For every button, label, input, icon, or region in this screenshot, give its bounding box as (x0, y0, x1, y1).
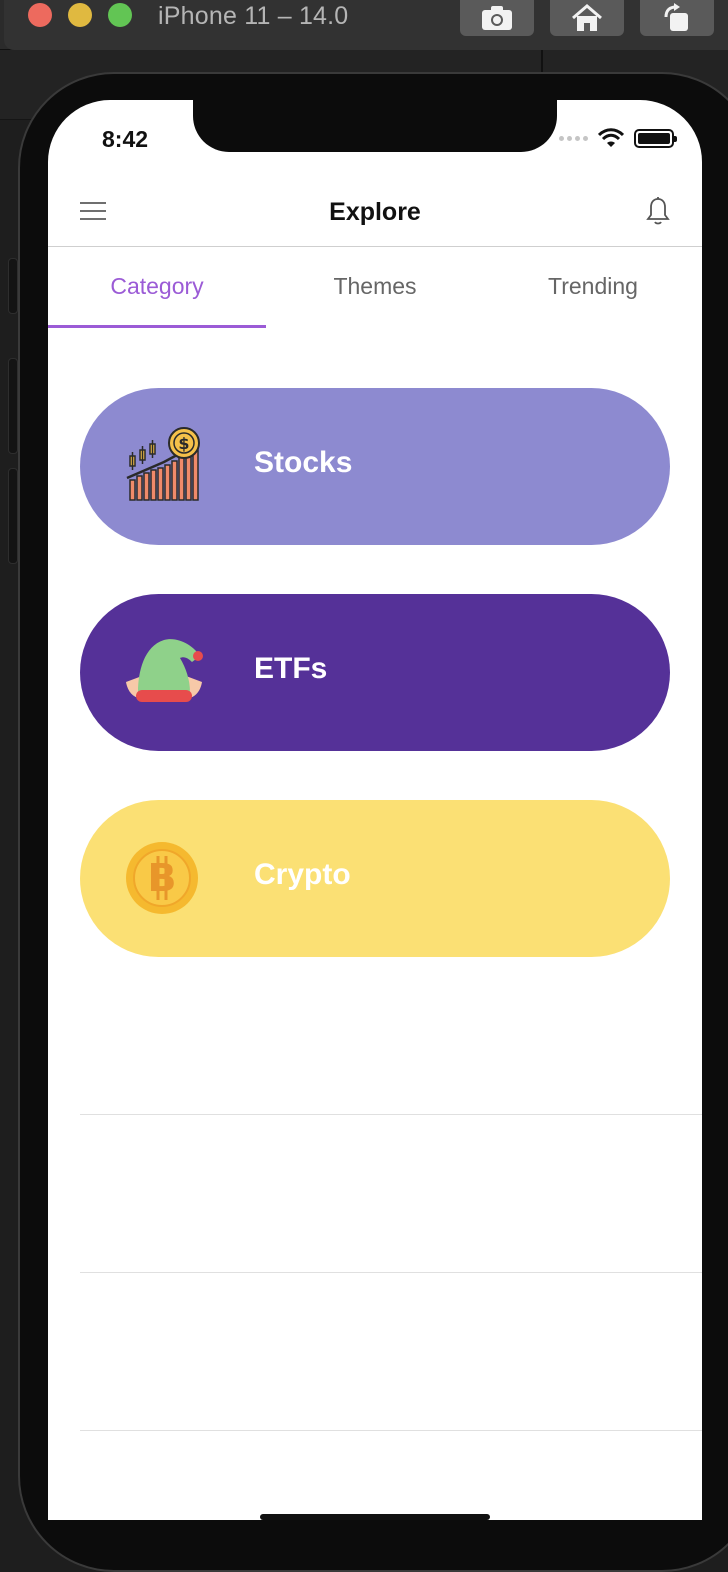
camera-icon (482, 6, 512, 30)
battery-icon (634, 128, 677, 148)
backdrop-divider (541, 50, 543, 74)
home-icon (572, 4, 602, 31)
bell-icon[interactable] (646, 196, 670, 226)
bitcoin-icon: B (126, 842, 198, 914)
page-title: Explore (329, 198, 421, 226)
zoom-window-button[interactable] (108, 3, 132, 27)
svg-text:$: $ (178, 434, 189, 453)
screenshot-button[interactable] (460, 0, 534, 36)
minimize-window-button[interactable] (68, 3, 92, 27)
silent-switch (8, 258, 18, 314)
tab-trending[interactable]: Trending (484, 248, 702, 328)
svg-text:B: B (148, 856, 177, 900)
list-divider (80, 1272, 702, 1273)
category-tabs: Category Themes Trending (48, 248, 702, 328)
stocks-chart-icon: $ (126, 427, 200, 501)
cellular-signal-icon (559, 135, 588, 141)
list-divider (80, 1114, 702, 1115)
app-header: Explore (48, 170, 702, 247)
tab-themes[interactable]: Themes (266, 248, 484, 328)
simulator-title: iPhone 11 – 14.0 (158, 2, 349, 30)
notch (193, 100, 557, 152)
category-card-stocks[interactable]: $ Stocks (80, 388, 670, 545)
rotate-button[interactable] (640, 0, 714, 36)
close-window-button[interactable] (28, 3, 52, 27)
volume-down-button (8, 468, 18, 564)
status-time: 8:42 (102, 126, 149, 152)
elf-hat-icon (126, 639, 203, 702)
category-card-crypto[interactable]: B Crypto (80, 800, 670, 957)
wifi-icon (598, 128, 624, 147)
category-label-stocks: Stocks (254, 446, 353, 479)
simulator-titlebar: iPhone 11 – 14.0 (0, 0, 728, 50)
category-card-etfs[interactable]: ETFs (80, 594, 670, 751)
category-label-crypto: Crypto (254, 858, 351, 891)
category-label-etfs: ETFs (254, 652, 328, 685)
phone-screen: 8:42 Explore Category Themes Trending $ … (48, 100, 702, 1520)
volume-up-button (8, 358, 18, 454)
rotate-icon (664, 3, 688, 31)
home-indicator (260, 1514, 490, 1520)
home-button[interactable] (550, 0, 624, 36)
tab-category[interactable]: Category (48, 248, 266, 328)
status-icons (559, 128, 677, 148)
list-divider (80, 1430, 702, 1431)
